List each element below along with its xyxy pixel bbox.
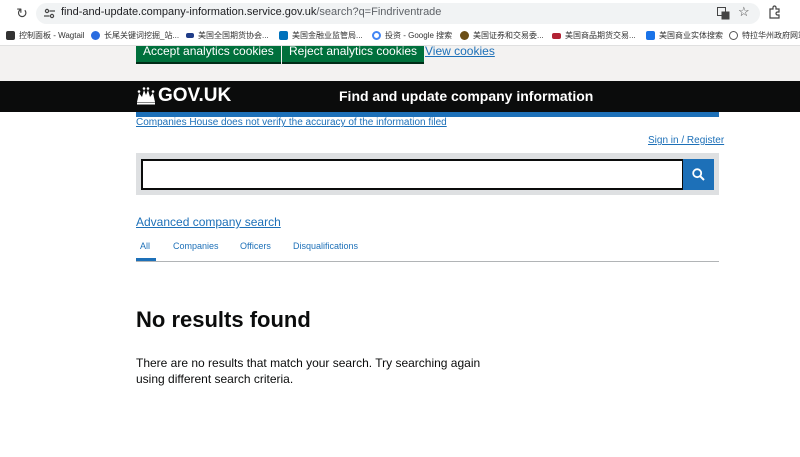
reject-cookies-button[interactable]: Reject analytics cookies <box>282 46 425 62</box>
service-name-link[interactable]: Find and update company information <box>339 88 593 104</box>
bookmark-item[interactable]: 美国金融业监管局... <box>279 30 363 41</box>
advanced-search-link[interactable]: Advanced company search <box>136 215 281 229</box>
bookmark-label: 控制面板 - Wagtail <box>19 31 85 40</box>
search-icon <box>692 168 705 181</box>
extensions-icon[interactable] <box>767 5 781 19</box>
tab-disqualifications[interactable]: Disqualifications <box>293 241 358 251</box>
bookmark-item[interactable]: 投资 - Google 搜索 <box>372 30 452 41</box>
search-input[interactable] <box>141 159 684 190</box>
no-results-message: There are no results that match your sea… <box>136 356 481 386</box>
accept-cookies-button[interactable]: Accept analytics cookies <box>136 46 281 62</box>
browser-toolbar: ↻ find-and-update.company-information.se… <box>0 0 800 27</box>
bookmark-item[interactable]: 美国全国期货协会... <box>186 30 269 41</box>
tab-all[interactable]: All <box>140 241 150 251</box>
site-info-icon[interactable] <box>43 7 56 20</box>
bookmarks-bar: 控制面板 - Wagtail 长尾关键词挖掘_站... 美国全国期货协会... … <box>0 27 800 46</box>
bookmark-favicon-icon <box>186 33 194 38</box>
globe-icon <box>729 31 738 40</box>
cookie-banner: Accept analytics cookies Reject analytic… <box>0 46 800 81</box>
bookmark-label: 长尾关键词挖掘_站... <box>104 31 180 40</box>
sign-in-register-link[interactable]: Sign in / Register <box>648 135 724 146</box>
address-bar[interactable]: find-and-update.company-information.serv… <box>36 3 760 24</box>
bookmark-favicon-icon <box>6 31 15 40</box>
bookmark-item[interactable]: 美国证券和交易委... <box>460 30 544 41</box>
reload-icon[interactable]: ↻ <box>14 5 30 21</box>
bookmark-favicon-icon <box>460 31 469 40</box>
flag-icon <box>552 32 561 39</box>
view-cookies-link[interactable]: View cookies <box>425 46 495 58</box>
crown-icon[interactable] <box>135 86 157 106</box>
bookmark-label: 特拉华州政府网站 <box>742 31 800 40</box>
google-g-icon <box>372 31 381 40</box>
bookmark-item[interactable]: 长尾关键词挖掘_站... <box>91 30 179 41</box>
url-host: find-and-update.company-information.serv… <box>61 6 317 18</box>
translate-icon[interactable] <box>717 7 730 20</box>
bookmark-item[interactable]: 控制面板 - Wagtail <box>6 30 85 41</box>
bookmark-favicon-icon <box>646 31 655 40</box>
bookmark-favicon-icon <box>279 31 288 40</box>
bookmark-item[interactable]: 特拉华州政府网站 <box>729 30 800 41</box>
bookmark-star-icon[interactable]: ☆ <box>738 4 750 20</box>
url-path: /search?q=Findriventrade <box>316 6 442 18</box>
tab-officers[interactable]: Officers <box>240 241 271 251</box>
bookmark-label: 美国金融业监管局... <box>292 31 363 40</box>
bookmark-label: 美国商品期货交易... <box>565 31 636 40</box>
search-form <box>136 153 719 195</box>
govuk-logo-link[interactable]: GOV.UK <box>158 85 231 107</box>
no-results-heading: No results found <box>136 307 311 332</box>
bookmark-label: 美国全国期货协会... <box>198 31 269 40</box>
bookmark-label: 投资 - Google 搜索 <box>385 31 453 40</box>
bookmark-label: 美国商业实体搜索 <box>659 31 723 40</box>
url-text: find-and-update.company-information.serv… <box>61 6 441 18</box>
bookmark-favicon-icon <box>91 31 100 40</box>
search-button[interactable] <box>683 159 714 190</box>
bookmark-item[interactable]: 美国商业实体搜索 <box>646 30 723 41</box>
govuk-header: GOV.UK Find and update company informati… <box>0 81 800 112</box>
search-tabs: All Companies Officers Disqualifications <box>136 238 719 262</box>
bookmark-label: 美国证券和交易委... <box>473 31 544 40</box>
tab-companies[interactable]: Companies <box>173 241 219 251</box>
bookmark-item[interactable]: 美国商品期货交易... <box>552 30 636 41</box>
accuracy-notice-link[interactable]: Companies House does not verify the accu… <box>136 117 447 128</box>
active-tab-indicator <box>136 258 156 261</box>
